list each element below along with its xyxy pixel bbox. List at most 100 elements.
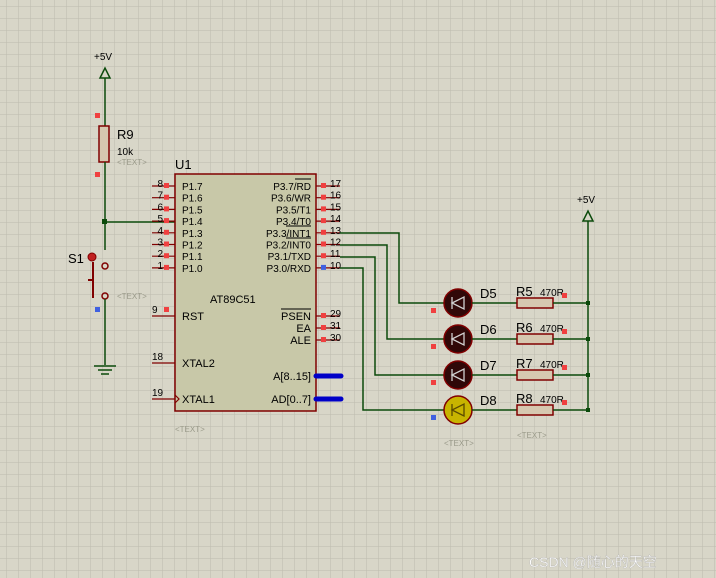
- resistor-text-placeholder: <TEXT>: [517, 431, 547, 440]
- pin-marker: [95, 172, 100, 177]
- pin-name: P3.1/TXD: [268, 252, 311, 263]
- pin-number: 7: [157, 191, 163, 202]
- pin-marker: [321, 253, 326, 259]
- pin-marker: [95, 307, 100, 312]
- grid-background: [0, 0, 716, 578]
- pin-name: P1.0: [182, 264, 203, 275]
- pin-marker: [321, 337, 326, 342]
- pin-name: P1.5: [182, 205, 203, 216]
- pin-name: RST: [182, 311, 204, 323]
- junction-dot: [586, 373, 590, 377]
- pin-number: 9: [152, 305, 158, 316]
- r9-value: 10k: [117, 147, 134, 158]
- pin-number: 4: [157, 226, 163, 237]
- pin-marker: [321, 218, 326, 224]
- pin-name: P1.3: [182, 229, 203, 240]
- pin-name: XTAL2: [182, 358, 215, 370]
- chip-u1[interactable]: U1 AT89C51 <TEXT> 8 P1.7 7 P1.6 6 P1.5 5 P1.4 4 P…: [152, 157, 344, 434]
- pin-name: ALE: [290, 335, 311, 347]
- pin-number: 6: [157, 202, 163, 213]
- pin-name: P1.2: [182, 241, 203, 252]
- junction-dot: [586, 408, 590, 412]
- pin-marker: [164, 264, 169, 270]
- led-ref: D6: [480, 322, 497, 337]
- pin-name: PSEN: [281, 311, 311, 323]
- pin-marker: [95, 113, 100, 118]
- pin-name: P1.7: [182, 182, 203, 193]
- pin-number: 2: [157, 249, 163, 260]
- power-label-left: +5V: [94, 52, 112, 63]
- pin-marker: [321, 241, 326, 247]
- pin-number: 14: [330, 214, 342, 225]
- junction-dot: [586, 301, 590, 305]
- pin-number: 31: [330, 321, 342, 332]
- pin-name: P3.2/INT0: [266, 241, 311, 252]
- resistor-ref: R6: [516, 320, 533, 335]
- switch-knob: [87, 252, 97, 262]
- bus-label: A[8..15]: [273, 371, 311, 383]
- pin-name: P3.0/RXD: [267, 264, 311, 275]
- pin-name: EA: [296, 323, 311, 335]
- resistor-body: [516, 369, 554, 381]
- pin-name: XTAL1: [182, 394, 215, 406]
- pin-number: 1: [157, 261, 163, 272]
- pin-marker: [164, 218, 169, 224]
- pin-marker: [321, 194, 326, 200]
- pin-name: P3.5/T1: [276, 205, 311, 216]
- pin-marker: [562, 329, 567, 334]
- s1-text-placeholder: <TEXT>: [117, 292, 147, 301]
- pin-marker: [431, 344, 436, 349]
- pin-number: 3: [157, 238, 163, 249]
- pin-number: 12: [330, 238, 342, 249]
- led-body: [443, 324, 473, 354]
- pin-number: 5: [157, 214, 163, 225]
- pin-number: 19: [152, 388, 164, 399]
- pin-name: P1.6: [182, 194, 203, 205]
- resistor-ref: R8: [516, 391, 533, 406]
- pin-marker: [431, 380, 436, 385]
- pin-number: 18: [152, 352, 164, 363]
- led-ref: D7: [480, 358, 497, 373]
- pin-marker: [164, 307, 169, 312]
- resistor-body: [516, 297, 554, 309]
- pin-number: 13: [330, 226, 342, 237]
- pin-name: P3.6/WR: [271, 194, 311, 205]
- pin-marker: [431, 308, 436, 313]
- pin-name: P1.4: [182, 217, 203, 228]
- bus-label: AD[0..7]: [271, 394, 311, 406]
- pin-marker: [321, 206, 326, 212]
- resistor-body: [98, 125, 110, 163]
- pin-marker: [164, 241, 169, 247]
- pin-number: 16: [330, 191, 342, 202]
- pin-number: 30: [330, 333, 342, 344]
- r9-text-placeholder: <TEXT>: [117, 158, 147, 167]
- pin-marker: [321, 325, 326, 330]
- schematic-canvas[interactable]: +5V R9 10k <TEXT> S1 <TEXT> U1 AT89C51 <…: [0, 0, 716, 578]
- pin-name: P1.1: [182, 252, 203, 263]
- pin-marker: [431, 415, 436, 420]
- resistor-body: [516, 333, 554, 345]
- u1-part: AT89C51: [210, 294, 256, 306]
- resistor-body: [516, 404, 554, 416]
- led-text-placeholder: <TEXT>: [444, 439, 474, 448]
- pin-marker: [321, 313, 326, 318]
- pin-marker: [164, 229, 169, 235]
- resistor-value: 470R: [540, 288, 564, 299]
- resistor-value: 470R: [540, 324, 564, 335]
- resistor-value: 470R: [540, 395, 564, 406]
- pin-number: 15: [330, 202, 342, 213]
- pin-number: 29: [330, 309, 342, 320]
- pin-marker: [164, 253, 169, 259]
- pin-marker: [562, 400, 567, 405]
- pin-marker: [321, 229, 326, 235]
- watermark: CSDN @随心的天空: [529, 554, 657, 570]
- pin-marker: [321, 264, 326, 270]
- power-label-right: +5V: [577, 195, 595, 206]
- pin-number: 10: [330, 261, 342, 272]
- s1-ref: S1: [68, 251, 84, 266]
- led-body: [443, 360, 473, 390]
- pin-number: 17: [330, 179, 342, 190]
- u1-ref: U1: [175, 157, 192, 172]
- u1-text-placeholder: <TEXT>: [175, 425, 205, 434]
- led-ref: D5: [480, 286, 497, 301]
